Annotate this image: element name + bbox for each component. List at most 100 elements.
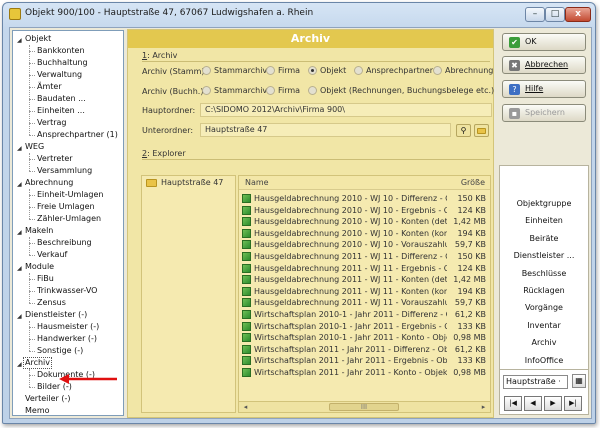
- tree-item-label: Makeln: [25, 226, 54, 235]
- column-size-header[interactable]: Größe: [461, 178, 485, 187]
- file-size: 133 KB: [457, 356, 486, 366]
- browse-binoculars-icon[interactable]: ⚲: [456, 124, 471, 137]
- file-name: Wirtschaftsplan 2010-1 - Jahr 2011 - Dif…: [254, 310, 447, 319]
- navigation-tree[interactable]: ◢ Objekt Bankkonten Buchhaltung Verwaltung Äm…: [12, 30, 124, 416]
- minimize-button[interactable]: –: [525, 7, 545, 22]
- tree-item-dienstleister[interactable]: ◢ Dienstleister (-): [13, 309, 123, 321]
- open-folder-icon[interactable]: [474, 124, 489, 137]
- file-row[interactable]: Wirtschaftsplan 2011 - Jahr 2011 - Konto…: [239, 367, 490, 378]
- radio-buchh-objekt[interactable]: Objekt (Rechnungen, Buchungsbelege etc.): [308, 86, 494, 95]
- radio-stamm-firma[interactable]: Firma: [266, 66, 300, 75]
- file-name: Hausgeldabrechnung 2010 - WJ 10 - Voraus…: [254, 240, 447, 250]
- radio-buchh-stammarchiv[interactable]: Stammarchiv: [202, 86, 267, 95]
- tree-item-label: Handwerker (-): [37, 334, 98, 343]
- prev-record-button[interactable]: ◀: [524, 396, 542, 411]
- file-row[interactable]: Hausgeldabrechnung 2011 - WJ 11 - Konten…: [239, 274, 490, 285]
- column-name-header[interactable]: Name: [245, 178, 269, 187]
- file-name: Hausgeldabrechnung 2011 - WJ 11 - Konten…: [254, 275, 447, 285]
- window-title: Objekt 900/100 - Hauptstraße 47, 67067 L…: [25, 8, 314, 18]
- hilfe-button[interactable]: ? Hilfe: [502, 80, 586, 98]
- tree-item-memo[interactable]: Memo: [13, 405, 123, 415]
- quick-link-beiräte[interactable]: Beiräte: [500, 234, 588, 243]
- tree-item-label: Module: [25, 262, 55, 271]
- pdf-file-icon: [242, 333, 251, 343]
- tree-item-archiv[interactable]: ◢ Archiv: [13, 357, 123, 369]
- file-name: Hausgeldabrechnung 2011 - WJ 11 - Differ…: [254, 252, 447, 261]
- file-name: Hausgeldabrechnung 2010 - WJ 10 - Konten…: [254, 217, 447, 227]
- next-record-button[interactable]: ▶: [544, 396, 562, 411]
- quick-link-infooffice[interactable]: InfoOffice: [500, 356, 588, 365]
- file-row[interactable]: Hausgeldabrechnung 2010 - WJ 10 - Ergebn…: [239, 205, 490, 216]
- tree-connector: [29, 387, 35, 388]
- file-row[interactable]: Hausgeldabrechnung 2011 - WJ 11 - Differ…: [239, 251, 490, 262]
- record-navigator: Hauptstraße · ▦ |◀ ◀ ▶ ▶|: [499, 369, 589, 415]
- quick-link-inventar[interactable]: Inventar: [500, 321, 588, 330]
- tree-item-objekt[interactable]: ◢ Objekt: [13, 33, 123, 45]
- file-row[interactable]: Wirtschaftsplan 2010-1 - Jahr 2011 - Dif…: [239, 309, 490, 320]
- title-bar: Objekt 900/100 - Hauptstraße 47, 67067 L…: [3, 3, 595, 27]
- folder-item[interactable]: Hauptstraße 47: [146, 178, 223, 187]
- file-row[interactable]: Hausgeldabrechnung 2010 - WJ 10 - Konten…: [239, 228, 490, 239]
- file-row[interactable]: Wirtschaftsplan 2010-1 - Jahr 2011 - Erg…: [239, 321, 490, 332]
- unterordner-field[interactable]: Hauptstraße 47: [200, 123, 451, 137]
- first-record-button[interactable]: |◀: [504, 396, 522, 411]
- radio-stamm-ansprechpartner[interactable]: Ansprechpartner: [354, 66, 433, 75]
- tree-item-label: WEG: [25, 142, 45, 151]
- tree-item-label: Hausmeister (-): [37, 322, 100, 331]
- last-record-button[interactable]: ▶|: [564, 396, 582, 411]
- tree-item-label: Einheit-Umlagen: [37, 190, 104, 199]
- file-name: Hausgeldabrechnung 2010 - WJ 10 - Ergebn…: [254, 205, 447, 215]
- radio-dot: [266, 86, 275, 95]
- record-combo[interactable]: Hauptstraße ·: [503, 375, 568, 389]
- tree-item-abrechnung[interactable]: ◢ Abrechnung: [13, 177, 123, 189]
- tree-connector: [29, 351, 35, 352]
- quick-link-einheiten[interactable]: Einheiten: [500, 216, 588, 225]
- radio-buchh-firma[interactable]: Firma: [266, 86, 300, 95]
- file-row[interactable]: Hausgeldabrechnung 2011 - WJ 11 - Konten…: [239, 286, 490, 297]
- radio-dot: [266, 66, 275, 75]
- tree-connector: [29, 321, 30, 351]
- tree-item-module[interactable]: ◢ Module: [13, 261, 123, 273]
- file-name: Hausgeldabrechnung 2010 - WJ 10 - Differ…: [254, 194, 447, 203]
- abbrechen-button[interactable]: ✖ Abbrechen: [502, 56, 586, 74]
- scroll-left-icon[interactable]: ◂: [241, 403, 250, 411]
- file-row[interactable]: Wirtschaftsplan 2010-1 - Jahr 2011 - Kon…: [239, 332, 490, 343]
- speichern-button[interactable]: ▪ Speichern: [502, 104, 586, 122]
- file-row[interactable]: Hausgeldabrechnung 2010 - WJ 10 - Konten…: [239, 216, 490, 227]
- file-row[interactable]: Wirtschaftsplan 2011 - Jahr 2011 - Diffe…: [239, 344, 490, 355]
- close-button[interactable]: x: [565, 7, 591, 22]
- separator: [142, 159, 490, 160]
- grid-icon[interactable]: ▦: [572, 374, 586, 388]
- file-name: Hausgeldabrechnung 2010 - WJ 10 - Konten…: [254, 228, 447, 238]
- file-row[interactable]: Wirtschaftsplan 2011 - Jahr 2011 - Ergeb…: [239, 355, 490, 366]
- hauptordner-field[interactable]: C:\SIDOMO 2012\Archiv\Firma 900\: [200, 103, 492, 117]
- file-size: 59,7 KB: [454, 240, 486, 250]
- tree-item-verteiler[interactable]: Verteiler (-): [13, 393, 123, 405]
- file-row[interactable]: Hausgeldabrechnung 2011 - WJ 11 - Voraus…: [239, 297, 490, 308]
- tree-item-weg[interactable]: ◢ WEG: [13, 141, 123, 153]
- file-row[interactable]: Hausgeldabrechnung 2010 - WJ 10 - Differ…: [239, 193, 490, 204]
- tree-item-label: Baudaten ...: [37, 94, 86, 103]
- quick-link-beschlüsse[interactable]: Beschlüsse: [500, 269, 588, 278]
- ok-button[interactable]: ✔ OK: [502, 33, 586, 51]
- app-icon: [9, 8, 21, 20]
- pdf-file-icon: [242, 252, 251, 261]
- file-row[interactable]: Hausgeldabrechnung 2010 - WJ 10 - Voraus…: [239, 239, 490, 250]
- radio-stamm-stammarchiv[interactable]: Stammarchiv: [202, 66, 267, 75]
- folder-icon: [146, 178, 157, 187]
- quick-link-vorgänge[interactable]: Vorgänge: [500, 303, 588, 312]
- horizontal-scrollbar[interactable]: ◂ III ▸: [239, 401, 490, 412]
- quick-link-archiv[interactable]: Archiv: [500, 338, 588, 347]
- tree-item-label: Verkauf: [37, 250, 68, 259]
- scroll-thumb[interactable]: III: [329, 403, 399, 411]
- radio-stamm-objekt[interactable]: Objekt: [308, 66, 346, 75]
- radio-stamm-abrechnung[interactable]: Abrechnung: [433, 66, 493, 75]
- quick-link-rücklagen[interactable]: Rücklagen: [500, 286, 588, 295]
- file-row[interactable]: Hausgeldabrechnung 2011 - WJ 11 - Ergebn…: [239, 263, 490, 274]
- archiv-stamm-label: Archiv (Stamm):: [142, 67, 208, 76]
- quick-link-dienstleister[interactable]: Dienstleister ...: [500, 251, 588, 260]
- scroll-right-icon[interactable]: ▸: [479, 403, 488, 411]
- quick-link-objektgruppe[interactable]: Objektgruppe: [500, 199, 588, 208]
- maximize-button[interactable]: □: [545, 7, 565, 22]
- tree-item-makeln[interactable]: ◢ Makeln: [13, 225, 123, 237]
